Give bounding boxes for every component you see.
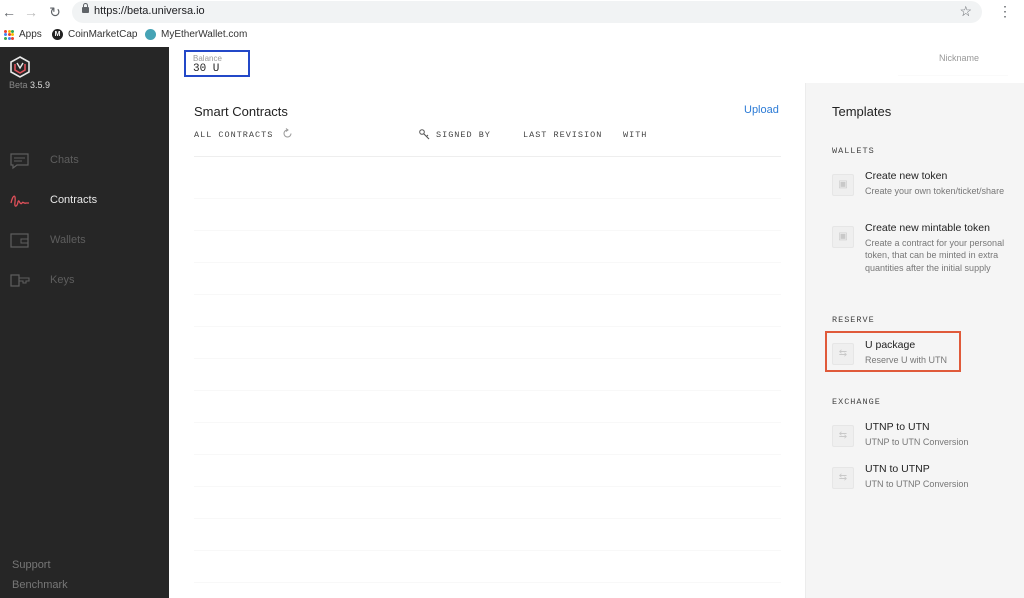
browser-toolbar: ← → ↻ https://beta.universa.io ☆ ⋮	[0, 0, 1024, 24]
sidebar-item-keys[interactable]: Keys	[0, 266, 169, 296]
table-row	[194, 327, 781, 359]
table-row	[194, 391, 781, 423]
template-name: Create new mintable token	[865, 222, 990, 234]
template-create-new-mintable-token[interactable]: ▣ Create new mintable token Create a con…	[832, 222, 1012, 288]
template-description: UTNP to UTN Conversion	[865, 437, 969, 447]
lock-icon	[82, 3, 89, 13]
template-description: Create a contract for your personal toke…	[865, 238, 1005, 273]
version-number: 3.5.9	[30, 80, 51, 90]
nickname-label: Nickname	[938, 53, 979, 63]
highlight-u-package	[825, 331, 961, 372]
upload-link[interactable]: Upload	[744, 104, 779, 116]
table-row	[194, 359, 781, 391]
coinmarketcap-icon: M	[52, 29, 63, 40]
template-name: UTNP to UTN	[865, 421, 930, 433]
exchange-arrows-icon: ⇆	[832, 467, 854, 489]
universa-logo-icon[interactable]	[9, 56, 31, 78]
wallet-icon: ▣	[832, 174, 854, 196]
sidebar: Beta 3.5.9 Chats Contracts Wallets Keys …	[0, 47, 169, 598]
refresh-icon[interactable]	[282, 128, 293, 139]
table-row	[194, 231, 781, 263]
bookmark-label: CoinMarketCap	[68, 29, 138, 40]
signature-key-icon	[419, 129, 430, 140]
sidebar-item-label: Contracts	[50, 194, 98, 206]
back-icon[interactable]: ←	[0, 3, 18, 21]
template-create-new-token[interactable]: ▣ Create new token Create your own token…	[832, 170, 1012, 210]
table-row	[194, 199, 781, 231]
section-exchange: EXCHANGE	[832, 397, 881, 407]
bookmarks-bar: Apps M CoinMarketCap MyEtherWallet.com	[0, 25, 1024, 47]
nickname-field[interactable]	[898, 75, 1008, 76]
balance-value: 30 U	[193, 63, 220, 75]
template-description: UTN to UTNP Conversion	[865, 479, 969, 489]
balance-label: Balance	[193, 54, 222, 63]
column-last-revision[interactable]: LAST REVISION	[523, 130, 602, 140]
chat-icon	[10, 153, 29, 170]
table-row	[194, 423, 781, 455]
version-prefix: Beta	[9, 80, 28, 90]
url-text: https://beta.universa.io	[94, 5, 205, 17]
section-wallets: WALLETS	[832, 146, 875, 156]
contracts-panel: Smart Contracts Upload ALL CONTRACTS SIG…	[169, 83, 805, 598]
sidebar-item-chats[interactable]: Chats	[0, 146, 169, 176]
apps-grid-icon	[4, 29, 14, 40]
bookmark-myetherwallet[interactable]: MyEtherWallet.com	[145, 29, 247, 40]
template-utn-to-utnp[interactable]: ⇆ UTN to UTNP UTN to UTNP Conversion	[832, 463, 1012, 493]
templates-panel: Templates WALLETS ▣ Create new token Cre…	[805, 83, 1024, 598]
column-signed-by[interactable]: SIGNED BY	[436, 130, 491, 140]
signature-icon	[10, 195, 29, 207]
section-reserve: RESERVE	[832, 315, 875, 325]
top-bar: Balance 30 U Nickname	[169, 47, 1024, 83]
template-utnp-to-utn[interactable]: ⇆ UTNP to UTN UTNP to UTN Conversion	[832, 421, 1012, 451]
template-name: UTN to UTNP	[865, 463, 930, 475]
table-row	[194, 487, 781, 519]
header-divider	[194, 156, 781, 157]
forward-icon[interactable]: →	[22, 3, 40, 21]
sidebar-item-wallets[interactable]: Wallets	[0, 226, 169, 256]
bookmark-star-icon[interactable]: ☆	[959, 3, 972, 20]
bookmark-label: Apps	[19, 29, 42, 40]
bookmark-label: MyEtherWallet.com	[161, 29, 248, 40]
sidebar-item-contracts[interactable]: Contracts	[0, 186, 169, 216]
contracts-list	[194, 167, 781, 583]
table-row	[194, 551, 781, 583]
bookmark-coinmarketcap[interactable]: M CoinMarketCap	[52, 29, 137, 40]
sidebar-item-label: Wallets	[50, 234, 86, 246]
address-bar[interactable]: https://beta.universa.io ☆	[72, 1, 982, 23]
myetherwallet-icon	[145, 29, 156, 40]
column-with[interactable]: WITH	[623, 130, 647, 140]
browser-chrome: ← → ↻ https://beta.universa.io ☆ ⋮ Apps …	[0, 0, 1024, 47]
table-row	[194, 263, 781, 295]
browser-menu-icon[interactable]: ⋮	[998, 3, 1012, 20]
balance-widget[interactable]: Balance 30 U	[184, 50, 250, 77]
template-description: Create your own token/ticket/share	[865, 186, 1005, 196]
key-icon	[10, 274, 30, 287]
table-row	[194, 455, 781, 487]
bookmark-apps[interactable]: Apps	[4, 29, 42, 40]
sidebar-item-label: Chats	[50, 154, 79, 166]
sidebar-item-label: Keys	[50, 274, 75, 286]
wallet-icon: ▣	[832, 226, 854, 248]
table-row	[194, 167, 781, 199]
column-all-contracts[interactable]: ALL CONTRACTS	[194, 130, 273, 140]
reload-icon[interactable]: ↻	[46, 3, 64, 21]
table-row	[194, 519, 781, 551]
exchange-arrows-icon: ⇆	[832, 425, 854, 447]
wallet-icon	[10, 233, 29, 248]
support-link[interactable]: Support	[12, 559, 51, 571]
templates-title: Templates	[832, 104, 892, 119]
benchmark-link[interactable]: Benchmark	[12, 579, 68, 591]
page-title: Smart Contracts	[194, 104, 288, 119]
table-row	[194, 295, 781, 327]
app-version: Beta 3.5.9	[9, 80, 50, 90]
template-name: Create new token	[865, 170, 948, 182]
